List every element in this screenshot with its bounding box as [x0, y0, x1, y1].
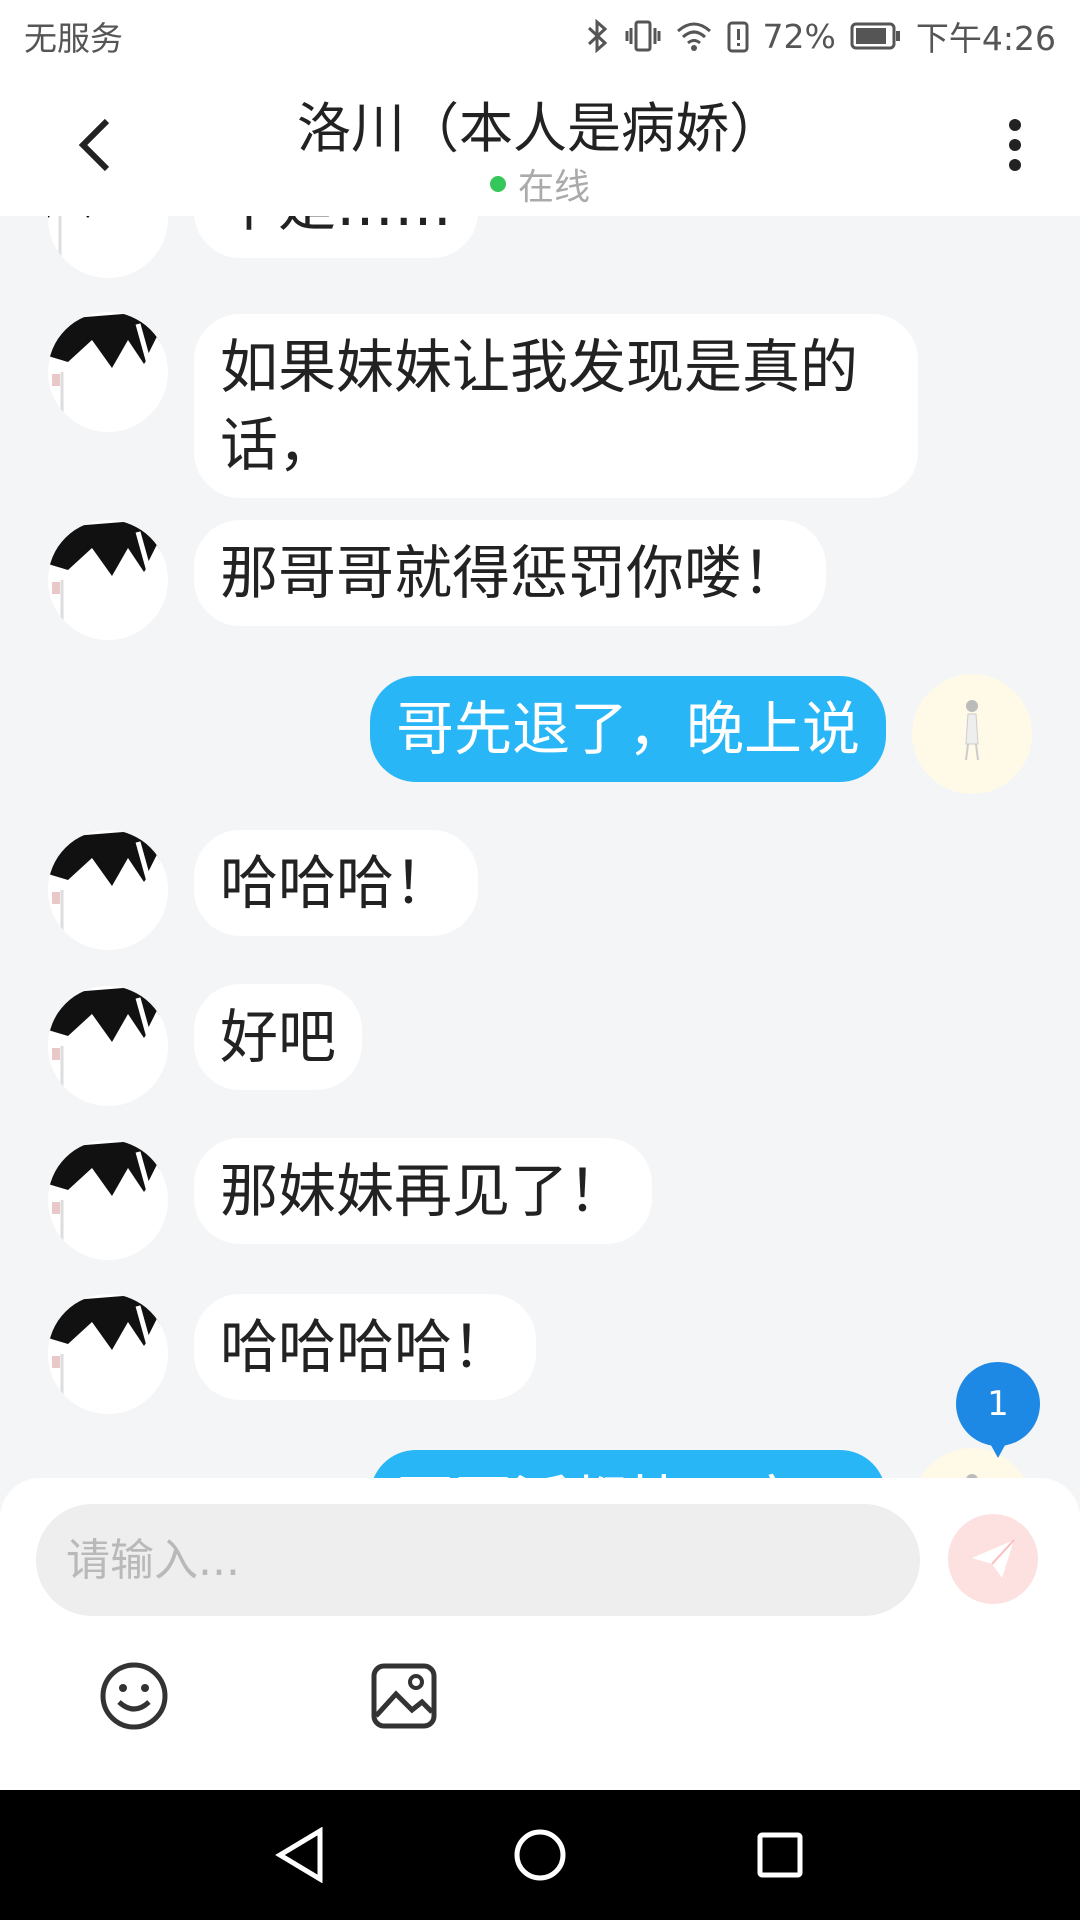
message-bubble-incoming[interactable]: 哈哈哈！	[194, 830, 479, 936]
contact-avatar[interactable]	[48, 1140, 168, 1260]
system-nav-bar	[0, 1790, 1080, 1920]
page-title: 洛川（本人是病娇）	[297, 97, 783, 160]
message-list[interactable]: 不是…… 如果妹妹让我发现是真的话， 那哥哥就得惩罚你喽！ 哥先退了，晚上说 哈…	[0, 216, 1080, 1478]
battery-icon	[850, 22, 900, 50]
contact-avatar[interactable]	[48, 1294, 168, 1414]
triangle-back-icon	[275, 1827, 323, 1883]
battery-alert-icon	[727, 21, 749, 53]
my-avatar[interactable]	[912, 674, 1032, 794]
square-recents-icon	[757, 1832, 803, 1878]
message-bubble-incoming[interactable]: 不是……	[194, 216, 479, 258]
message-bubble-outgoing[interactable]: 哥先退了，晚上说	[369, 676, 886, 782]
battery-percent: 72%	[762, 16, 836, 56]
contact-avatar[interactable]	[48, 312, 168, 432]
message-bubble-incoming[interactable]: 如果妹妹让我发现是真的话，	[194, 314, 918, 498]
message-input[interactable]	[36, 1504, 920, 1616]
circle-home-icon	[514, 1829, 566, 1881]
status-icons: 72% 下午4:26	[585, 12, 1056, 60]
contact-avatar[interactable]	[48, 520, 168, 640]
nav-back-button[interactable]	[260, 1815, 340, 1895]
online-dot-icon	[489, 176, 506, 192]
more-options-button[interactable]	[980, 110, 1050, 180]
message-bubble-incoming[interactable]: 好吧	[194, 984, 363, 1090]
my-avatar[interactable]	[912, 1448, 1032, 1478]
unread-count-badge[interactable]: 1	[956, 1362, 1040, 1446]
more-vertical-icon	[1009, 119, 1021, 171]
image-button[interactable]	[364, 1656, 444, 1736]
chat-header: 洛川（本人是病娇） 在线	[0, 72, 1080, 216]
presence-label: 在线	[517, 167, 590, 208]
clock: 下午4:26	[915, 19, 1056, 58]
message-bubble-outgoing[interactable]: 哥哥活都快干完了	[369, 1450, 886, 1478]
carrier-label: 无服务	[24, 19, 123, 58]
emoji-icon	[100, 1662, 168, 1730]
contact-avatar[interactable]	[48, 216, 168, 278]
status-bar: 无服务 72% 下午4:26	[0, 0, 1080, 72]
message-bubble-incoming[interactable]: 那妹妹再见了！	[194, 1138, 653, 1244]
send-button[interactable]	[948, 1514, 1038, 1604]
badge-pointer	[986, 1436, 1010, 1458]
wifi-icon	[676, 22, 711, 51]
presence-status: 在线	[0, 158, 1080, 210]
message-composer	[0, 1478, 1080, 1790]
nav-recents-button[interactable]	[740, 1815, 820, 1895]
message-bubble-incoming[interactable]: 哈哈哈哈！	[194, 1294, 537, 1400]
bluetooth-icon	[587, 19, 607, 53]
contact-avatar[interactable]	[48, 830, 168, 950]
emoji-button[interactable]	[94, 1656, 174, 1736]
contact-avatar[interactable]	[48, 986, 168, 1106]
message-bubble-incoming[interactable]: 那哥哥就得惩罚你喽！	[194, 520, 827, 626]
vibrate-icon	[625, 20, 661, 52]
nav-home-button[interactable]	[500, 1815, 580, 1895]
image-icon	[371, 1663, 437, 1729]
send-icon	[972, 1539, 1015, 1578]
